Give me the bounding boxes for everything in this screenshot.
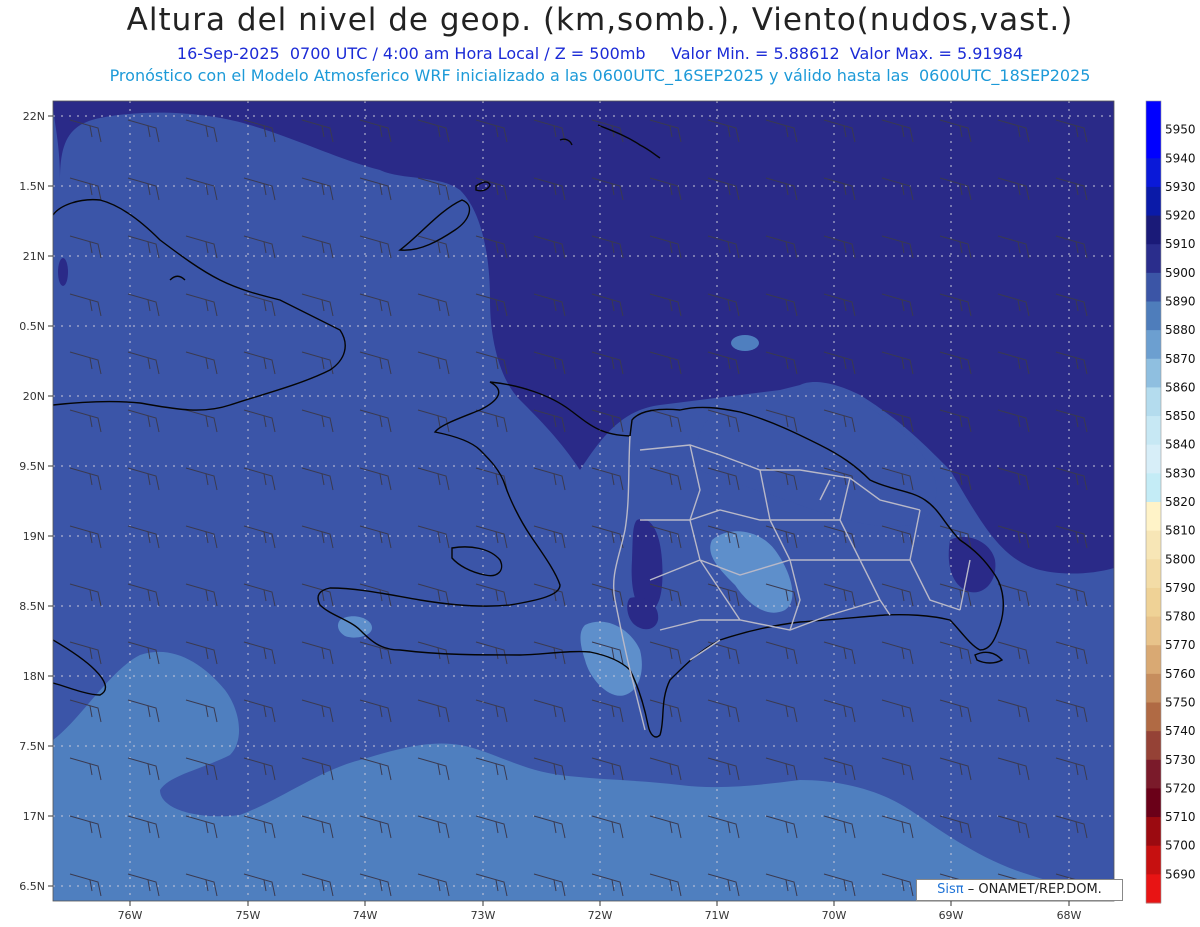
colorbar-segment [1146, 330, 1161, 360]
colorbar-segment [1146, 186, 1161, 217]
colorbar-label: 5770 [1165, 638, 1196, 652]
colorbar-label: 5880 [1165, 323, 1196, 337]
lat-label: 21N [23, 250, 45, 263]
colorbar-label: 5830 [1165, 466, 1196, 480]
lat-label: 18N [23, 670, 45, 683]
colorbar-label: 5790 [1165, 581, 1196, 595]
colorbar-label: 5700 [1165, 839, 1196, 853]
colorbar-segment [1146, 559, 1161, 589]
colorbar-segment [1146, 301, 1161, 331]
colorbar-label: 5800 [1165, 552, 1196, 566]
colorbar-label: 5750 [1165, 696, 1196, 710]
colorbar-segment [1146, 874, 1161, 904]
lat-label: 6.5N [19, 880, 45, 893]
field-deep-spot-west [58, 258, 68, 286]
lat-label: 22N [23, 110, 45, 123]
lon-label: 73W [471, 909, 496, 922]
lat-label: 20N [23, 390, 45, 403]
colorbar-segment [1146, 587, 1161, 618]
colorbar-label: 5890 [1165, 295, 1196, 309]
colorbar-segment [1146, 645, 1161, 675]
credit-brand: Sisπ [937, 882, 964, 897]
colorbar-segment [1146, 788, 1161, 818]
weather-map: 22N 1.5N 21N 0.5N 20N 9.5N 19N 8.5N 18N 7.5N 17N 6.… [19, 100, 1196, 922]
lon-label: 68W [1057, 909, 1082, 922]
lon-label: 69W [939, 909, 964, 922]
field-light-spot-north [731, 335, 759, 351]
colorbar-label: 5850 [1165, 409, 1196, 423]
colorbar-segment [1146, 817, 1161, 847]
colorbar-label: 5950 [1165, 123, 1196, 137]
colorbar-segment [1146, 416, 1161, 446]
colorbar-segment [1146, 845, 1161, 875]
lat-label: 17N [23, 810, 45, 823]
colorbar-label: 5690 [1165, 867, 1196, 881]
colorbar-label: 5930 [1165, 180, 1196, 194]
colorbar-segment [1146, 358, 1161, 388]
colorbar-segment [1146, 444, 1161, 474]
colorbar-label: 5760 [1165, 667, 1196, 681]
colorbar-segment [1146, 129, 1161, 159]
colorbar-segment [1146, 215, 1161, 245]
lon-label: 72W [588, 909, 613, 922]
lon-label: 75W [236, 909, 261, 922]
lat-label: 1.5N [19, 180, 45, 193]
colorbar-segment [1146, 673, 1161, 703]
colorbar-label: 5870 [1165, 352, 1196, 366]
lat-label: 0.5N [19, 320, 45, 333]
lat-label: 7.5N [19, 740, 45, 753]
colorbar-label: 5810 [1165, 524, 1196, 538]
colorbar-segment [1146, 502, 1161, 532]
colorbar-label: 5780 [1165, 610, 1196, 624]
colorbar-segment [1146, 616, 1161, 646]
colorbar-label: 5920 [1165, 209, 1196, 223]
colorbar-segment [1146, 158, 1161, 188]
lat-label: 9.5N [19, 460, 45, 473]
credit-text: – ONAMET/REP.DOM. [967, 882, 1102, 897]
colorbar-segment [1146, 101, 1161, 131]
colorbar-label: 5900 [1165, 266, 1196, 280]
lon-label: 70W [822, 909, 847, 922]
colorbar-segment [1146, 702, 1161, 732]
colorbar-label: 5740 [1165, 724, 1196, 738]
lon-label: 76W [118, 909, 143, 922]
colorbar-label: 5710 [1165, 810, 1196, 824]
colorbar-segment [1146, 244, 1161, 274]
colorbar: 5950 5940 5930 5920 5910 5900 5890 5880 5870 5860… [1145, 100, 1196, 904]
colorbar-label: 5940 [1165, 151, 1196, 165]
geopotential-field [53, 101, 1114, 901]
colorbar-segment [1146, 387, 1161, 417]
colorbar-label: 5820 [1165, 495, 1196, 509]
lat-label: 19N [23, 530, 45, 543]
colorbar-label: 5840 [1165, 438, 1196, 452]
credit-box: Sisπ – ONAMET/REP.DOM. [916, 879, 1123, 901]
colorbar-label: 5860 [1165, 380, 1196, 394]
colorbar-label: 5910 [1165, 237, 1196, 251]
colorbar-segment [1146, 731, 1161, 761]
colorbar-label: 5730 [1165, 753, 1196, 767]
colorbar-segment [1146, 473, 1161, 503]
colorbar-segment [1146, 272, 1161, 302]
lat-label: 8.5N [19, 600, 45, 613]
lon-label: 71W [705, 909, 730, 922]
lon-label: 74W [353, 909, 378, 922]
colorbar-label: 5720 [1165, 781, 1196, 795]
colorbar-segment [1146, 759, 1161, 789]
colorbar-segment [1146, 530, 1161, 560]
